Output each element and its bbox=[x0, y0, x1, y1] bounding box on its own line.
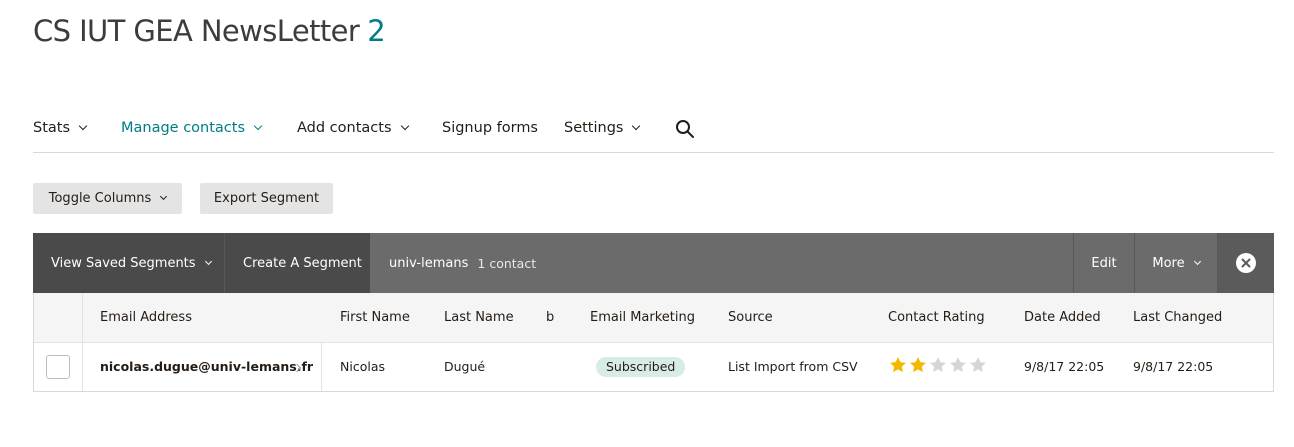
main-nav: Stats Manage contacts Add contacts Signu… bbox=[33, 108, 1274, 153]
page-title: CS IUT GEA NewsLetter 2 bbox=[33, 14, 386, 48]
segment-contact-count: 1 contact bbox=[477, 255, 537, 271]
chevron-down-icon bbox=[1193, 257, 1201, 265]
cell-first-name: Nicolas bbox=[340, 359, 385, 374]
nav-settings[interactable]: Settings bbox=[564, 120, 641, 136]
chevron-down-icon bbox=[400, 121, 409, 131]
chevron-down-icon bbox=[160, 192, 168, 201]
create-segment-label: Create A Segment bbox=[243, 255, 362, 271]
nav-manage-contacts-label: Manage contacts bbox=[121, 120, 246, 136]
nav-add-contacts-label: Add contacts bbox=[297, 120, 392, 136]
edit-label: Edit bbox=[1091, 255, 1117, 271]
status-badge: Subscribed bbox=[596, 357, 686, 377]
column-divider bbox=[321, 343, 322, 391]
star-empty-icon[interactable] bbox=[928, 355, 948, 375]
header-last-name[interactable]: Last Name bbox=[444, 310, 514, 325]
header-email-address[interactable]: Email Address bbox=[100, 310, 192, 325]
nav-signup-forms-label: Signup forms bbox=[442, 120, 538, 136]
segment-bar: View Saved Segments Create A Segment uni… bbox=[33, 233, 1274, 293]
table-row[interactable]: nicolas.dugue@univ-lemans.fr Nicolas Dug… bbox=[34, 343, 1273, 391]
edit-segment-button[interactable]: Edit bbox=[1073, 233, 1134, 293]
close-segment-button[interactable] bbox=[1217, 233, 1274, 293]
nav-stats-label: Stats bbox=[33, 120, 71, 136]
column-divider bbox=[82, 343, 83, 391]
list-count: 2 bbox=[367, 14, 386, 48]
header-first-name[interactable]: First Name bbox=[340, 310, 410, 325]
more-label: More bbox=[1152, 255, 1185, 271]
nav-signup-forms[interactable]: Signup forms bbox=[442, 120, 538, 136]
segment-name: univ-lemans bbox=[389, 255, 469, 271]
header-date-added[interactable]: Date Added bbox=[1024, 310, 1101, 325]
table-header: Email Address First Name Last Name b Ema… bbox=[34, 293, 1273, 343]
header-source[interactable]: Source bbox=[728, 310, 773, 325]
create-segment-button[interactable]: Create A Segment bbox=[224, 233, 370, 293]
star-filled-icon[interactable] bbox=[908, 355, 928, 375]
close-icon bbox=[1236, 253, 1256, 273]
header-b[interactable]: b bbox=[546, 310, 554, 325]
chevron-down-icon bbox=[204, 257, 212, 265]
cell-date-added: 9/8/17 22:05 bbox=[1024, 359, 1105, 374]
contact-email-link[interactable]: nicolas.dugue@univ-lemans.fr bbox=[100, 359, 313, 374]
export-segment-button[interactable]: Export Segment bbox=[200, 183, 333, 214]
view-saved-segments-label: View Saved Segments bbox=[51, 255, 196, 271]
row-checkbox[interactable] bbox=[46, 355, 70, 379]
column-divider bbox=[82, 293, 83, 343]
nav-settings-label: Settings bbox=[564, 120, 624, 136]
more-button[interactable]: More bbox=[1134, 233, 1217, 293]
toggle-columns-button[interactable]: Toggle Columns bbox=[33, 183, 182, 214]
cell-last-changed: 9/8/17 22:05 bbox=[1133, 359, 1214, 374]
cell-source: List Import from CSV bbox=[728, 359, 858, 374]
search-icon[interactable] bbox=[675, 119, 695, 139]
segment-info: univ-lemans 1 contact bbox=[389, 233, 689, 293]
contact-rating bbox=[888, 355, 988, 375]
star-empty-icon[interactable] bbox=[948, 355, 968, 375]
nav-add-contacts[interactable]: Add contacts bbox=[297, 120, 409, 136]
list-name: CS IUT GEA NewsLetter bbox=[33, 14, 360, 48]
header-email-marketing[interactable]: Email Marketing bbox=[590, 310, 695, 325]
contacts-table: Email Address First Name Last Name b Ema… bbox=[33, 293, 1274, 392]
chevron-down-icon bbox=[253, 121, 263, 131]
view-saved-segments-button[interactable]: View Saved Segments bbox=[33, 233, 224, 293]
cell-last-name: Dugué bbox=[444, 359, 486, 374]
chevron-down-icon bbox=[78, 121, 88, 131]
nav-manage-contacts[interactable]: Manage contacts bbox=[121, 120, 263, 136]
chevron-down-icon bbox=[632, 121, 641, 131]
header-contact-rating[interactable]: Contact Rating bbox=[888, 310, 985, 325]
star-empty-icon[interactable] bbox=[968, 355, 988, 375]
toggle-columns-label: Toggle Columns bbox=[48, 191, 152, 206]
star-filled-icon[interactable] bbox=[888, 355, 908, 375]
nav-stats[interactable]: Stats bbox=[33, 120, 88, 136]
header-last-changed[interactable]: Last Changed bbox=[1133, 310, 1222, 325]
export-segment-label: Export Segment bbox=[213, 191, 320, 206]
